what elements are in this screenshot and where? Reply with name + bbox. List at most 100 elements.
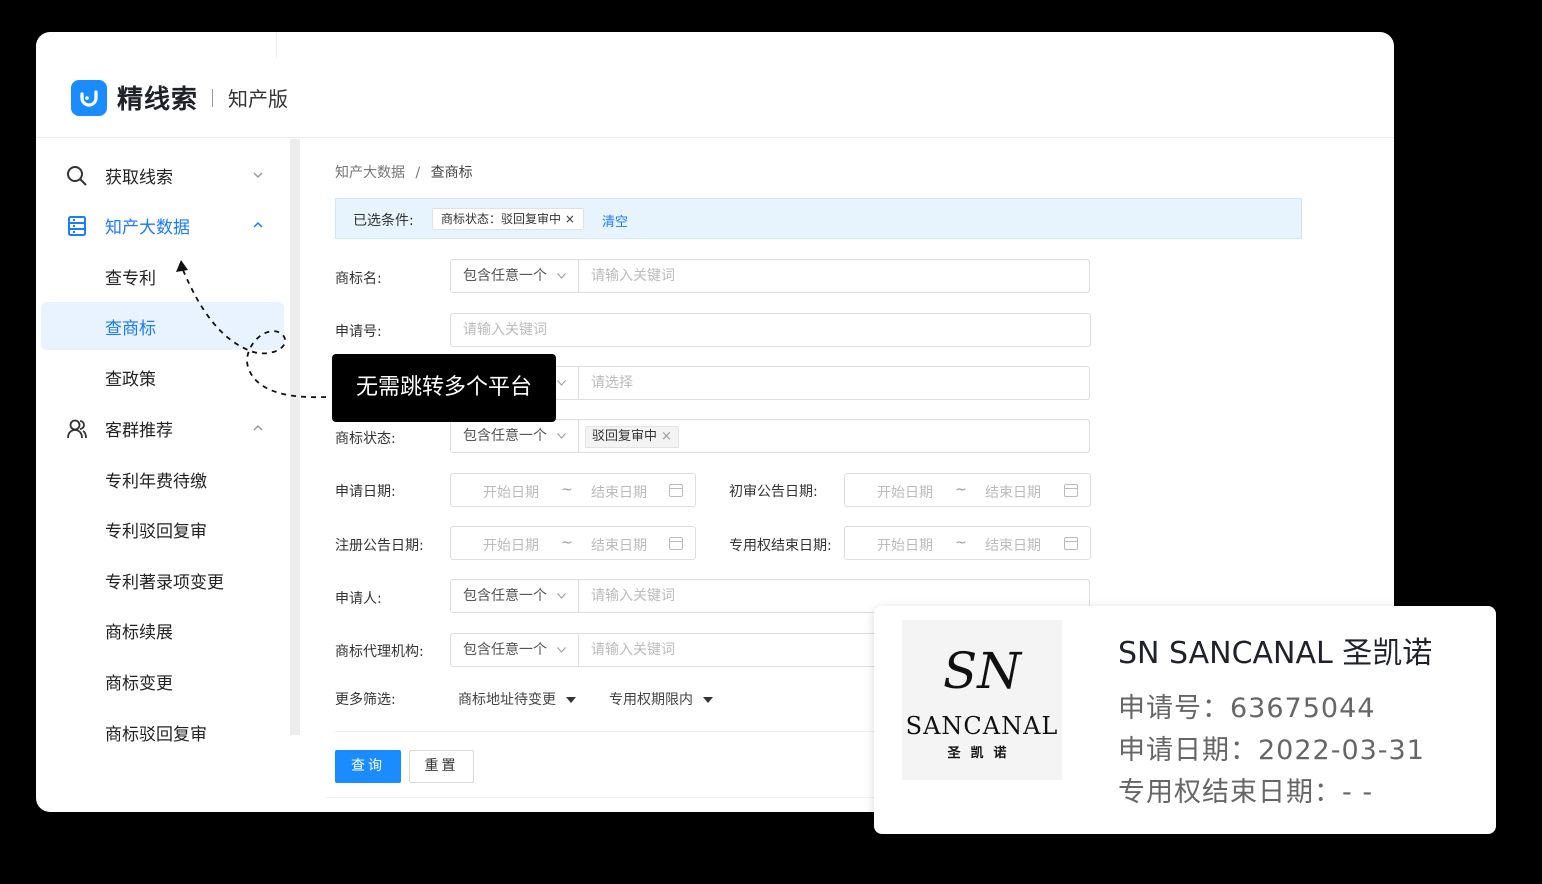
row3-select-input[interactable]: 请选择 — [579, 366, 1090, 400]
sidebar-item-customer-rec[interactable]: 客群推荐 — [36, 404, 286, 452]
sidebar-item-label: 专利年费待缴 — [105, 471, 207, 492]
query-button[interactable]: 查询 — [335, 750, 401, 783]
sidebar-item-label: 查专利 — [105, 268, 156, 289]
sidebar-item-label: 专利驳回复审 — [105, 521, 207, 542]
database-icon — [68, 216, 86, 236]
reg-pub-label: 注册公告日期: — [335, 538, 424, 554]
start-date-placeholder: 开始日期 — [877, 485, 933, 501]
trademark-title: SN SANCANAL 圣凯诺 — [1118, 636, 1433, 671]
calendar-icon — [669, 484, 683, 497]
selected-filters-label: 已选条件: — [353, 213, 414, 229]
more-filter-address-change[interactable]: 商标地址待变更 — [458, 689, 576, 709]
tooltip-callout: 无需跳转多个平台 — [332, 354, 556, 422]
search-icon — [67, 166, 87, 186]
brand-edition: 知产版 — [228, 87, 288, 111]
sidebar: 获取线索 知产大数据 查专利 查商标 查政策 客群推荐 专利年费待缴 专利驳回复… — [36, 139, 290, 812]
sidebar-item-patent-change[interactable]: 专利著录项变更 — [36, 556, 286, 604]
status-select[interactable]: 驳回复审中 × — [579, 419, 1090, 453]
app-date-label: 申请日期: — [335, 484, 396, 500]
mark-name-mode-select[interactable]: 包含任意一个 — [450, 259, 579, 293]
agency-label: 商标代理机构: — [335, 644, 424, 660]
app-no-input[interactable]: 请输入关键词 — [450, 313, 1091, 347]
sidebar-item-tm-change[interactable]: 商标变更 — [36, 657, 286, 705]
sidebar-item-patent-fee[interactable]: 专利年费待缴 — [36, 455, 286, 503]
sidebar-item-tm-renewal[interactable]: 商标续展 — [36, 606, 286, 654]
first-pub-date-range[interactable]: 开始日期 ~ 结束日期 — [844, 473, 1091, 507]
more-filter-right-term[interactable]: 专用权期限内 — [609, 689, 713, 709]
trademark-brand-en: SANCANAL — [905, 712, 1059, 740]
reset-button[interactable]: 重置 — [409, 750, 474, 783]
right-end-label: 专用权结束日期: — [729, 538, 832, 554]
sidebar-item-label: 知产大数据 — [105, 217, 190, 238]
calendar-icon — [1064, 484, 1078, 497]
sidebar-item-label: 客群推荐 — [105, 420, 173, 441]
reg-pub-date-range[interactable]: 开始日期 ~ 结束日期 — [450, 526, 696, 560]
mark-name-input[interactable]: 请输入关键词 — [579, 259, 1090, 293]
more-filter-label: 专用权期限内 — [609, 692, 693, 708]
chevron-down-icon — [557, 647, 566, 653]
select-value: 包含任意一个 — [463, 428, 547, 444]
brand-name: 精线索 — [117, 85, 199, 115]
chevron-down-icon — [557, 433, 566, 439]
range-tilde: ~ — [955, 482, 967, 498]
bottom-divider — [326, 797, 926, 798]
sidebar-scrollbar[interactable] — [290, 139, 300, 735]
chevron-down-icon — [557, 380, 566, 386]
sidebar-item-label: 商标续展 — [105, 622, 173, 643]
sidebar-item-trademark[interactable]: 查商标 — [41, 302, 284, 350]
mark-name-label: 商标名: — [335, 271, 382, 287]
breadcrumb-separator: / — [415, 165, 421, 181]
caret-down-icon — [703, 697, 713, 703]
users-icon — [67, 419, 87, 439]
right-end-date-range[interactable]: 开始日期 ~ 结束日期 — [844, 526, 1091, 560]
trademark-brand-cn: 圣凯诺 — [947, 746, 1017, 761]
select-value: 包含任意一个 — [463, 642, 547, 658]
sidebar-item-patent[interactable]: 查专利 — [36, 252, 286, 300]
chevron-down-icon — [253, 172, 263, 179]
applicant-label: 申请人: — [335, 591, 382, 607]
sidebar-item-label: 查政策 — [105, 369, 156, 390]
sidebar-item-label: 查商标 — [105, 318, 156, 339]
sidebar-item-label: 专利著录项变更 — [105, 572, 224, 593]
sidebar-item-patent-review[interactable]: 专利驳回复审 — [36, 505, 286, 553]
select-value: 包含任意一个 — [463, 588, 547, 604]
brand-separator — [212, 89, 213, 107]
trademark-app-no: 申请号：63675044 — [1118, 693, 1376, 724]
more-filter-label: 商标地址待变更 — [458, 692, 556, 708]
trademark-right-end: 专用权结束日期：- - — [1118, 777, 1374, 808]
breadcrumb-current: 查商标 — [430, 165, 473, 181]
breadcrumb: 知产大数据 / 查商标 — [335, 162, 479, 182]
form-divider — [335, 731, 935, 732]
range-tilde: ~ — [955, 535, 967, 551]
status-chip-label: 驳回复审中 — [592, 429, 658, 444]
sidebar-item-tm-review[interactable]: 商标驳回复审 — [36, 708, 286, 756]
filter-tag[interactable]: 商标状态：驳回复审中 × — [432, 208, 584, 230]
status-label: 商标状态: — [335, 431, 396, 447]
chevron-up-icon — [253, 221, 263, 228]
status-mode-select[interactable]: 包含任意一个 — [450, 419, 579, 453]
sidebar-item-get-leads[interactable]: 获取线索 — [36, 151, 286, 199]
sidebar-item-policy[interactable]: 查政策 — [36, 353, 286, 401]
caret-down-icon — [566, 697, 576, 703]
chevron-up-icon — [253, 424, 263, 431]
agency-mode-select[interactable]: 包含任意一个 — [450, 633, 579, 667]
breadcrumb-parent[interactable]: 知产大数据 — [335, 165, 405, 181]
close-icon[interactable]: × — [661, 429, 672, 444]
app-date-range[interactable]: 开始日期 ~ 结束日期 — [450, 473, 696, 507]
trademark-monogram: SN — [942, 642, 1021, 700]
clear-filters-link[interactable]: 清空 — [602, 211, 628, 230]
selected-filters-bar: 已选条件: 商标状态：驳回复审中 × 清空 — [335, 198, 1302, 239]
trademark-result-card[interactable]: SN SANCANAL 圣凯诺 SN SANCANAL 圣凯诺 申请号：6367… — [874, 606, 1496, 834]
sidebar-item-label: 商标驳回复审 — [105, 724, 207, 745]
divider — [276, 32, 277, 58]
end-date-placeholder: 结束日期 — [985, 538, 1041, 554]
logo-icon — [71, 80, 107, 116]
applicant-mode-select[interactable]: 包含任意一个 — [450, 579, 579, 613]
select-value: 包含任意一个 — [463, 268, 547, 284]
status-chip[interactable]: 驳回复审中 × — [585, 426, 679, 448]
sidebar-item-ip-data[interactable]: 知产大数据 — [36, 201, 286, 249]
start-date-placeholder: 开始日期 — [483, 538, 539, 554]
more-filters-label: 更多筛选: — [335, 692, 396, 708]
start-date-placeholder: 开始日期 — [483, 485, 539, 501]
trademark-app-date: 申请日期：2022-03-31 — [1118, 735, 1425, 766]
